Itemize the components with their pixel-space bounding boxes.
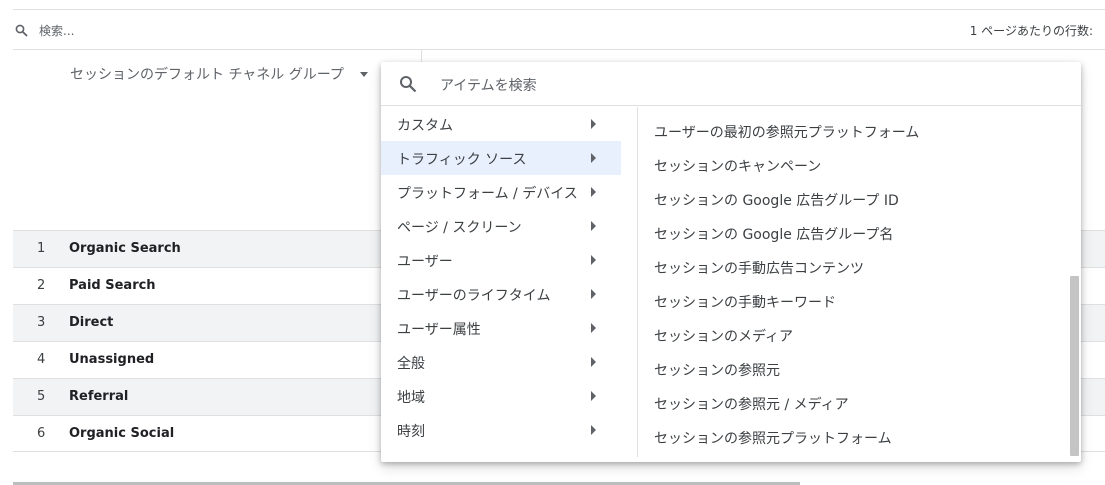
chevron-right-icon [591,255,596,265]
dimension-item-label: セッションの参照元プラットフォーム [654,431,892,447]
category-label: カスタム [397,118,453,134]
search-input[interactable]: 検索... [39,22,74,39]
dimension-picker-popup: アイテムを検索 カスタム トラフィック ソース プラットフォーム / デバイス … [381,62,1081,462]
category-label: 時刻 [397,424,425,440]
category-item[interactable]: カスタム [381,107,621,141]
popup-search-bar: アイテムを検索 [381,62,1081,106]
chevron-right-icon [591,119,596,129]
chevron-right-icon [591,391,596,401]
category-label: ページ / スクリーン [397,220,522,236]
item-search-input[interactable]: アイテムを検索 [440,75,537,95]
category-item[interactable]: ページ / スクリーン [381,209,621,243]
dimension-item-list: ユーザーの最初の参照元プラットフォーム セッションのキャンペーン セッションの … [639,114,1069,459]
dimension-item[interactable]: セッションの手動広告コンテンツ [639,250,1069,284]
category-item[interactable]: プラットフォーム / デバイス [381,175,621,209]
dimension-item-label: セッションのメディア [654,329,794,345]
chevron-right-icon [591,153,596,163]
dimension-item-label: セッションの手動キーワード [654,295,836,311]
dimension-item[interactable]: セッションの参照元 [639,352,1069,386]
dimension-item-label: ユーザーの最初の参照元プラットフォーム [654,125,920,141]
row-index: 3 [37,315,46,330]
chevron-right-icon [591,357,596,367]
category-list: カスタム トラフィック ソース プラットフォーム / デバイス ページ / スク… [381,107,638,457]
dimension-item[interactable]: ユーザーの最初の参照元プラットフォーム [639,114,1069,148]
chevron-right-icon [591,323,596,333]
dimension-item[interactable]: セッションの参照元 / メディア [639,386,1069,420]
vertical-scrollbar[interactable] [1070,276,1079,456]
row-index: 4 [37,352,46,367]
search-icon [15,24,28,37]
chevron-right-icon [591,187,596,197]
category-item[interactable]: 全般 [381,345,621,379]
row-label: Organic Search [69,241,181,256]
category-label: 地域 [397,390,425,406]
category-label: ユーザー [397,254,453,270]
dimension-item-label: セッションの Google 広告グループ名 [654,227,894,243]
dimension-item[interactable]: セッションの Google 広告グループ名 [639,216,1069,250]
chevron-right-icon [591,221,596,231]
dimension-item-label: セッションの参照元 [654,363,780,379]
row-label: Unassigned [69,352,155,367]
rows-per-page-label: 1 ページあたりの行数: [969,24,1093,38]
category-label: ユーザー属性 [397,322,481,338]
dropdown-arrow-icon[interactable] [360,72,368,77]
dimension-item[interactable]: セッションのメディア [639,318,1069,352]
row-label: Paid Search [69,278,156,293]
category-item[interactable]: ユーザー属性 [381,311,621,345]
dimension-item[interactable]: セッションの手動キーワード [639,284,1069,318]
dimension-selector[interactable]: セッションのデフォルト チャネル グループ [70,64,344,84]
category-item[interactable]: 時刻 [381,413,621,447]
row-index: 1 [37,241,46,256]
dimension-item-label: セッションの参照元 / メディア [654,397,849,413]
category-item[interactable]: 地域 [381,379,621,413]
dimension-item[interactable]: セッションの Google 広告グループ ID [639,182,1069,216]
row-index: 5 [37,389,46,404]
chevron-right-icon [591,425,596,435]
row-label: Organic Social [69,426,175,441]
dimension-item[interactable]: セッションの参照元プラットフォーム [639,420,1069,454]
row-label: Direct [69,315,114,330]
table-search-bar: 検索... 1 ページあたりの行数: [13,10,1105,50]
row-label: Referral [69,389,129,404]
category-label: 全般 [397,356,425,372]
category-label: プラットフォーム / デバイス [397,186,578,202]
category-label: トラフィック ソース [397,152,527,168]
category-label: ユーザーのライフタイム [397,288,551,304]
chevron-right-icon [591,289,596,299]
category-item-active[interactable]: トラフィック ソース [381,141,621,175]
row-index: 6 [37,426,46,441]
category-item[interactable]: ユーザーのライフタイム [381,277,621,311]
dimension-item[interactable]: セッションのキャンペーン [639,148,1069,182]
dimension-item-label: セッションの Google 広告グループ ID [654,193,899,209]
dimension-column-header: セッションのデフォルト チャネル グループ [13,50,422,231]
search-icon [400,76,417,93]
row-index: 2 [37,278,46,293]
dimension-item-label: セッションの手動広告コンテンツ [654,261,864,277]
dimension-item-label: セッションのキャンペーン [654,159,822,175]
category-item[interactable]: ユーザー [381,243,621,277]
